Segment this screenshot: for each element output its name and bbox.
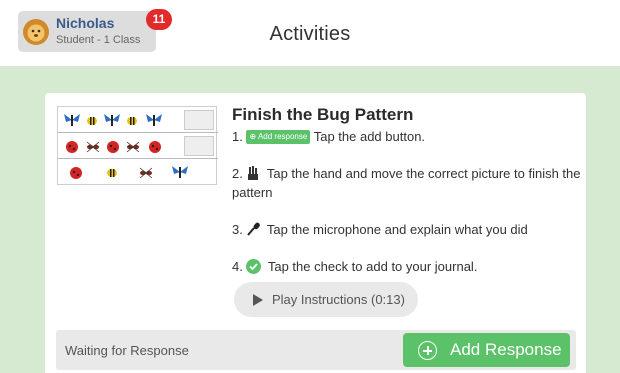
hand-icon: [248, 166, 259, 180]
step-text: Tap the check to add to your journal.: [267, 259, 478, 274]
step-number: 1.: [232, 129, 243, 144]
ladybug-icon: [149, 141, 161, 153]
ladybug-icon: [70, 167, 82, 179]
step-number: 4.: [232, 259, 243, 274]
step-text: Tap the add button.: [313, 129, 426, 144]
page-title: Activities: [269, 23, 351, 45]
add-response-label: Add Response: [450, 340, 562, 359]
butterfly-icon: [172, 166, 188, 178]
pattern-row: [58, 133, 218, 159]
step-number: 3.: [232, 222, 243, 237]
play-icon: [253, 294, 263, 306]
butterfly-icon: [64, 114, 80, 126]
bee-icon: [107, 169, 117, 177]
butterfly-icon: [104, 114, 120, 126]
pattern-row: [58, 107, 218, 133]
plus-circle-icon: [418, 341, 437, 360]
play-instructions-button[interactable]: Play Instructions (0:13): [234, 282, 418, 317]
play-instructions-label: Play Instructions (0:13): [272, 292, 405, 307]
butterfly-icon: [146, 114, 162, 126]
instruction-step-2: 2. Tap the hand and move the correct pic…: [232, 164, 582, 202]
ladybug-icon: [107, 141, 119, 153]
inline-button-label: Add response: [257, 132, 308, 141]
activity-thumbnail[interactable]: [57, 106, 218, 185]
response-status: Waiting for Response: [65, 343, 189, 358]
instruction-step-4: 4. Tap the check to add to your journal.: [232, 257, 582, 276]
activity-card: Finish the Bug Pattern 1. ⊕ Add response…: [45, 93, 586, 373]
bee-icon: [127, 117, 137, 125]
empty-slot: [184, 136, 214, 156]
ant-icon: [139, 167, 153, 179]
activity-title: Finish the Bug Pattern: [232, 105, 414, 124]
ladybug-icon: [66, 141, 78, 153]
choices-row: [58, 159, 218, 185]
bee-icon: [87, 117, 97, 125]
microphone-icon: [247, 222, 261, 236]
instruction-step-1: 1. ⊕ Add response Tap the add button.: [232, 127, 582, 146]
inline-add-response-button: ⊕ Add response: [246, 130, 311, 144]
step-text: Tap the microphone and explain what you …: [266, 222, 528, 237]
ant-icon: [86, 141, 100, 153]
instruction-step-3: 3. Tap the microphone and explain what y…: [232, 220, 582, 239]
response-bar: Waiting for Response Add Response: [56, 330, 576, 370]
empty-slot: [184, 110, 214, 130]
ant-icon: [126, 141, 140, 153]
add-response-button[interactable]: Add Response: [403, 333, 570, 367]
top-bar: Nicholas Student - 1 Class 11 Activities: [0, 0, 620, 67]
step-text: Tap the hand and move the correct pictur…: [232, 166, 581, 200]
check-icon: [246, 259, 262, 274]
step-number: 2.: [232, 166, 243, 181]
